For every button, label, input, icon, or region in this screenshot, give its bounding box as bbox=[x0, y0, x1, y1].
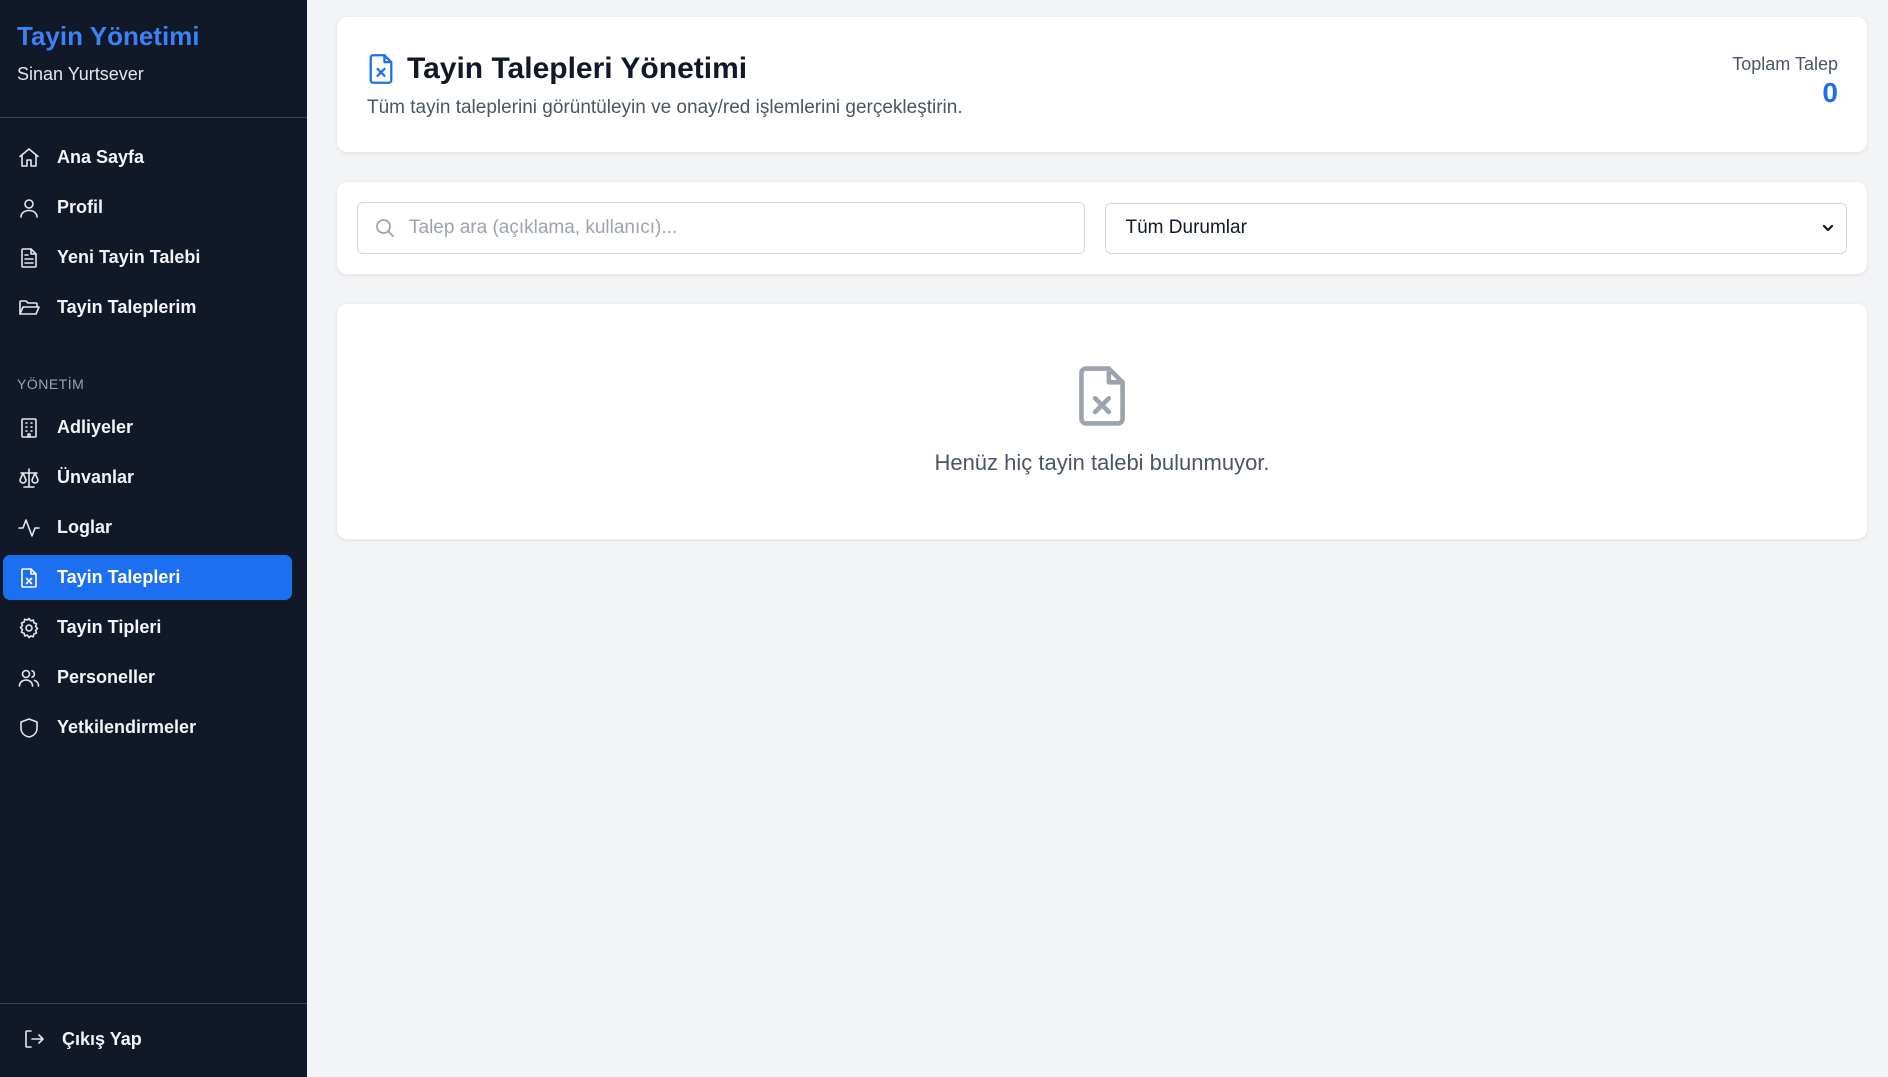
document-icon bbox=[17, 246, 41, 270]
activity-icon bbox=[17, 516, 41, 540]
sidebar-item-yeni-tayin-talebi[interactable]: Yeni Tayin Talebi bbox=[3, 235, 292, 280]
app-title[interactable]: Tayin Yönetimi bbox=[17, 20, 290, 52]
file-x-icon bbox=[1074, 364, 1130, 428]
sidebar-item-adliyeler[interactable]: Adliyeler bbox=[3, 405, 292, 450]
sidebar-item-label: Loglar bbox=[57, 517, 113, 537]
sidebar: Tayin Yönetimi Sinan Yurtsever Ana Sayfa… bbox=[0, 0, 307, 1077]
logout-button[interactable]: Çıkış Yap bbox=[0, 1017, 307, 1061]
file-x-icon bbox=[367, 53, 395, 85]
logout-label: Çıkış Yap bbox=[62, 1028, 142, 1049]
sidebar-item-yetkilendirmeler[interactable]: Yetkilendirmeler bbox=[3, 705, 292, 750]
page-header-card: Tayin Talepleri Yönetimi Tüm tayin talep… bbox=[337, 17, 1867, 152]
status-filter-select[interactable]: Tüm Durumlar bbox=[1104, 202, 1847, 254]
logout-icon bbox=[22, 1027, 46, 1051]
users-icon bbox=[17, 666, 41, 690]
status-filter-value: Tüm Durumlar bbox=[1125, 217, 1247, 238]
search-icon bbox=[373, 216, 397, 240]
gear-icon bbox=[17, 616, 41, 640]
sidebar-item-label: Ünvanlar bbox=[57, 467, 135, 487]
folder-open-icon bbox=[17, 296, 41, 320]
user-name: Sinan Yurtsever bbox=[17, 64, 144, 84]
sidebar-item-label: Adliyeler bbox=[57, 417, 134, 437]
section-label-yonetim: YÖNETİM bbox=[17, 376, 85, 392]
total-requests-stat: Toplam Talep 0 bbox=[1732, 53, 1838, 109]
sidebar-footer: Çıkış Yap bbox=[0, 1003, 307, 1077]
sidebar-item-profil[interactable]: Profil bbox=[3, 185, 292, 230]
sidebar-item-label: Yeni Tayin Talebi bbox=[57, 247, 201, 267]
page-subtitle: Tüm tayin taleplerini görüntüleyin ve on… bbox=[367, 97, 963, 118]
sidebar-item-label: Ana Sayfa bbox=[57, 147, 145, 167]
app-root: Tayin Yönetimi Sinan Yurtsever Ana Sayfa… bbox=[0, 0, 1888, 1077]
sidebar-item-unvanlar[interactable]: Ünvanlar bbox=[3, 455, 292, 500]
file-x-icon bbox=[17, 566, 41, 590]
building-icon bbox=[17, 416, 41, 440]
sidebar-item-label: Profil bbox=[57, 197, 104, 217]
sidebar-item-label: Tayin Talepleri bbox=[57, 567, 181, 587]
sidebar-item-personeller[interactable]: Personeller bbox=[3, 655, 292, 700]
shield-icon bbox=[17, 716, 41, 740]
search-field[interactable] bbox=[357, 202, 1085, 254]
home-icon bbox=[17, 146, 41, 170]
page-title-row: Tayin Talepleri Yönetimi bbox=[367, 50, 1837, 88]
filter-card: Tüm Durumlar bbox=[337, 182, 1867, 274]
sidebar-nav: Ana Sayfa Profil Yeni Tayin Talebi Tayin… bbox=[0, 118, 307, 755]
empty-state-message: Henüz hiç tayin talebi bulunmuyor. bbox=[934, 450, 1270, 475]
sidebar-brand: Tayin Yönetimi Sinan Yurtsever bbox=[0, 0, 307, 118]
page-title: Tayin Talepleri Yönetimi bbox=[407, 52, 748, 85]
stat-value: 0 bbox=[1822, 77, 1838, 108]
sidebar-item-tayin-tipleri[interactable]: Tayin Tipleri bbox=[3, 605, 292, 650]
main-content: Tayin Talepleri Yönetimi Tüm tayin talep… bbox=[307, 0, 1888, 1077]
sidebar-item-label: Tayin Tipleri bbox=[57, 617, 162, 637]
sidebar-item-label: Tayin Taleplerim bbox=[57, 297, 197, 317]
scale-icon bbox=[17, 466, 41, 490]
sidebar-item-loglar[interactable]: Loglar bbox=[3, 505, 292, 550]
empty-state-card: Henüz hiç tayin talebi bulunmuyor. bbox=[337, 304, 1867, 539]
sidebar-item-tayin-taleplerim[interactable]: Tayin Taleplerim bbox=[3, 285, 292, 330]
chevron-down-icon bbox=[1820, 220, 1836, 236]
user-icon bbox=[17, 196, 41, 220]
sidebar-item-label: Yetkilendirmeler bbox=[57, 717, 197, 737]
stat-label: Toplam Talep bbox=[1732, 54, 1838, 74]
search-input[interactable] bbox=[409, 217, 1084, 239]
sidebar-item-ana-sayfa[interactable]: Ana Sayfa bbox=[3, 135, 292, 180]
sidebar-item-label: Personeller bbox=[57, 667, 156, 687]
sidebar-item-tayin-talepleri[interactable]: Tayin Talepleri bbox=[3, 555, 292, 600]
